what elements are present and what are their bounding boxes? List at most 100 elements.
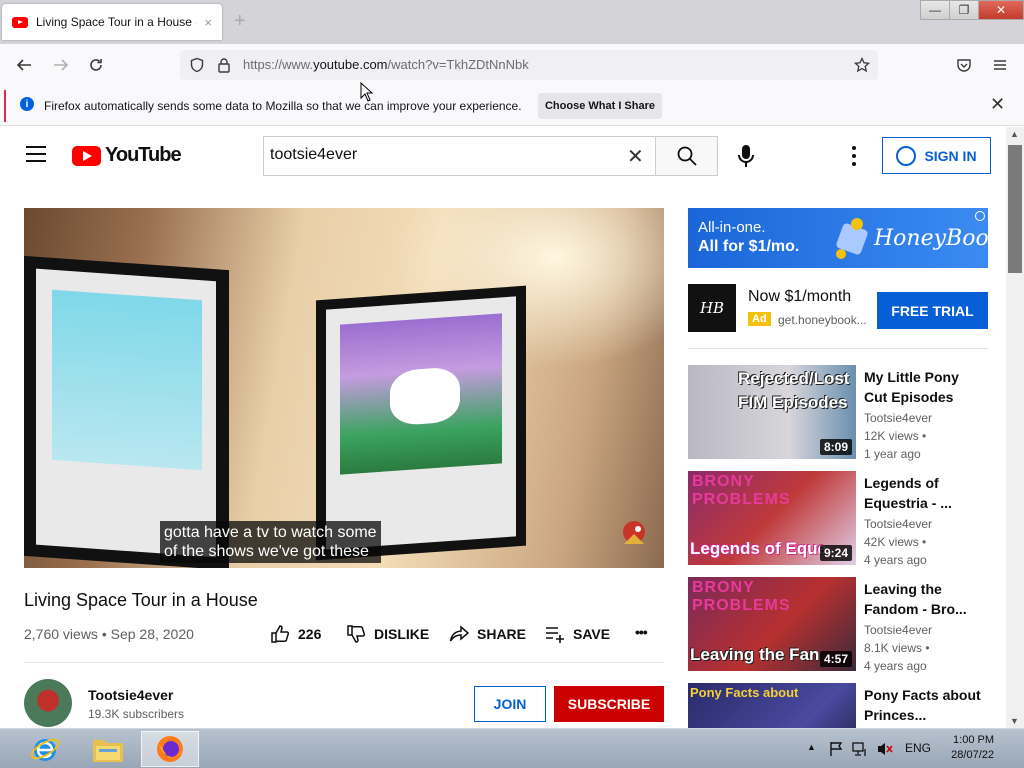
shield-icon[interactable] [189, 57, 205, 73]
scroll-up-arrow-icon[interactable]: ▲ [1010, 129, 1019, 139]
pocket-icon [957, 59, 971, 72]
show-hidden-icons-arrow[interactable]: ▲ [807, 742, 816, 752]
settings-more-icon[interactable] [848, 146, 860, 166]
ad-headline[interactable]: Now $1/month [748, 288, 851, 306]
like-count: 226 [298, 626, 322, 642]
windows-taskbar: ▲ ENG 1:00 PM 28/07/22 [0, 728, 1024, 768]
choose-what-i-share-button[interactable]: Choose What I Share [538, 93, 662, 119]
youtube-logo[interactable]: YouTube [72, 144, 182, 167]
pocket-button[interactable] [953, 54, 975, 76]
scrollbar-thumb[interactable] [1008, 145, 1022, 273]
forward-arrow-icon [54, 59, 69, 71]
video-thumbnail[interactable]: Rejected/Lost FIM Episodes 8:09 [688, 365, 856, 459]
video-title: Living Space Tour in a House [24, 590, 258, 610]
firefox-taskbar-button[interactable] [141, 731, 199, 767]
youtube-logo-text: YouTube [105, 144, 182, 166]
recommended-video-channel[interactable]: Tootsie4ever [864, 517, 932, 531]
minimize-button[interactable]: — [920, 0, 950, 20]
firefox-icon [157, 736, 183, 762]
tab-close-icon[interactable]: × [204, 15, 212, 30]
video-thumbnail[interactable]: BRONY PROBLEMS Leaving the Fan 4:57 [688, 577, 856, 671]
internet-explorer-taskbar-button[interactable] [16, 731, 74, 767]
channel-avatar[interactable] [24, 679, 72, 727]
internet-explorer-icon [30, 738, 60, 761]
url-text[interactable]: https://www.youtube.com/watch?v=TkhZDtNn… [243, 57, 529, 72]
share-label: SHARE [477, 626, 527, 642]
back-button[interactable] [13, 54, 35, 76]
reload-button[interactable] [85, 54, 107, 76]
recommended-video[interactable]: BRONY PROBLEMS Leaving the Fan 4:57 Leav… [688, 577, 988, 673]
more-actions-icon[interactable]: ••• [635, 624, 648, 640]
recommended-video[interactable]: Pony Facts about Pony Facts about Prince… [688, 683, 988, 728]
forward-button[interactable] [50, 54, 72, 76]
channel-subscribers: 19.3K subscribers [88, 707, 185, 721]
recommended-video-title[interactable]: Leaving the Fandom - Bro... [864, 579, 984, 619]
share-button[interactable]: SHARE [449, 624, 526, 644]
save-label: SAVE [573, 626, 611, 642]
recommended-video-title[interactable]: Legends of Equestria - ... [864, 473, 984, 513]
video-duration: 9:24 [819, 545, 852, 561]
join-button[interactable]: JOIN [474, 686, 546, 722]
folder-icon [93, 740, 123, 762]
thumbnail-text: BRONY PROBLEMS [692, 473, 791, 508]
firefox-notification-bar: i Firefox automatically sends some data … [0, 86, 1024, 126]
back-arrow-icon [16, 59, 31, 71]
browser-titlebar: Living Space Tour in a House - Yo × + — … [0, 0, 1024, 44]
url-bar[interactable]: https://www.youtube.com/watch?v=TkhZDtNn… [180, 50, 878, 80]
search-button[interactable] [655, 136, 718, 176]
thumbnail-text: Pony Facts about [690, 685, 799, 700]
dislike-button[interactable]: DISLIKE [346, 624, 429, 644]
subscribe-button[interactable]: SUBSCRIBE [554, 686, 664, 722]
channel-watermark-icon[interactable] [616, 516, 652, 552]
tab-title: Living Space Tour in a House - Yo [36, 15, 196, 29]
system-clock[interactable]: 1:00 PM 28/07/22 [944, 733, 994, 763]
recommended-video-channel[interactable]: Tootsie4ever [864, 623, 932, 637]
action-center-flag-icon[interactable] [828, 741, 844, 757]
sign-in-button[interactable]: SIGN IN [882, 137, 991, 174]
browser-tab-active[interactable]: Living Space Tour in a House - Yo × [2, 4, 222, 40]
hamburger-menu-icon [994, 60, 1006, 70]
recommended-video-channel[interactable]: Tootsie4ever [864, 411, 932, 425]
video-thumbnail[interactable]: Pony Facts about [688, 683, 856, 728]
input-language-indicator[interactable]: ENG [905, 741, 931, 755]
guide-menu-icon[interactable] [26, 146, 46, 162]
recommended-video[interactable]: BRONY PROBLEMS Legends of Eque 9:24 Lege… [688, 471, 988, 567]
search-clear-icon[interactable]: ✕ [627, 144, 644, 169]
video-duration: 4:57 [819, 651, 852, 667]
recommended-video-title[interactable]: Pony Facts about Princes... [864, 685, 984, 725]
restore-button[interactable]: ❐ [949, 0, 979, 20]
free-trial-button[interactable]: FREE TRIAL [877, 292, 988, 329]
thumbnail-text: Rejected/Lost [738, 369, 850, 388]
divider [688, 348, 988, 349]
bookmark-star-icon[interactable] [854, 57, 870, 73]
save-button[interactable]: SAVE [545, 624, 610, 644]
recommended-video[interactable]: Rejected/Lost FIM Episodes 8:09 My Littl… [688, 365, 988, 461]
video-captions: gotta have a tv to watch some of the sho… [160, 521, 381, 563]
network-icon[interactable] [852, 741, 868, 757]
ad-logo[interactable]: HB [688, 284, 736, 332]
ad-info-icon[interactable] [975, 211, 985, 221]
lock-icon[interactable] [217, 57, 231, 73]
recommended-video-views: 8.1K views • [864, 641, 930, 655]
divider [24, 662, 664, 663]
file-explorer-taskbar-button[interactable] [79, 731, 137, 767]
page-scrollbar[interactable]: ▲ ▼ [1006, 127, 1024, 728]
search-input[interactable] [270, 146, 610, 164]
microphone-icon[interactable] [736, 144, 756, 168]
close-window-button[interactable]: ✕ [978, 0, 1024, 20]
user-avatar-icon [896, 145, 917, 166]
like-button[interactable]: 226 [270, 624, 321, 644]
channel-name[interactable]: Tootsie4ever [88, 687, 173, 703]
volume-muted-icon[interactable] [876, 741, 894, 757]
ad-banner[interactable]: All-in-one. All for $1/mo. HoneyBook [688, 208, 988, 268]
url-domain: youtube.com [313, 57, 388, 72]
app-menu-button[interactable] [989, 54, 1011, 76]
video-player[interactable]: gotta have a tv to watch some of the sho… [24, 208, 664, 568]
ad-banner-line1: All-in-one. [698, 219, 766, 236]
scroll-down-arrow-icon[interactable]: ▼ [1010, 716, 1019, 726]
video-thumbnail[interactable]: BRONY PROBLEMS Legends of Eque 9:24 [688, 471, 856, 565]
notification-close-icon[interactable]: ✕ [990, 94, 1005, 115]
new-tab-button[interactable]: + [234, 10, 246, 33]
recommended-video-title[interactable]: My Little Pony Cut Episodes [864, 367, 984, 407]
search-box: ✕ [263, 136, 655, 176]
